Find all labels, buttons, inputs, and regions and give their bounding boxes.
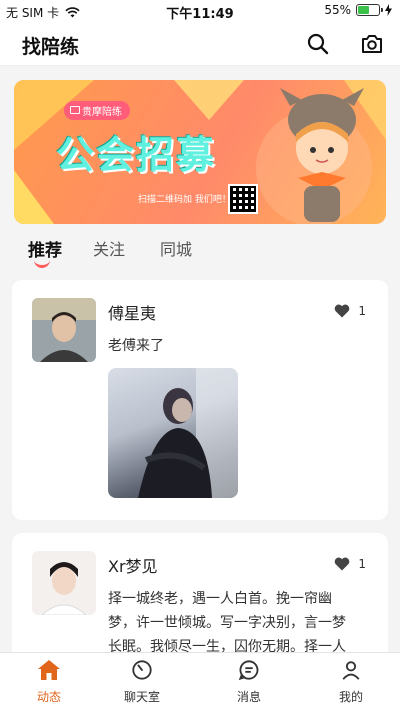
charging-icon	[385, 4, 392, 16]
post-username[interactable]: 傅星夷	[108, 300, 156, 324]
nav-label: 我的	[338, 690, 363, 704]
profile-icon	[342, 661, 360, 680]
home-icon	[38, 660, 60, 680]
banner-badge: 贵摩陪练	[64, 101, 130, 120]
nav-item-feed[interactable]: 动态	[14, 659, 84, 705]
like-count: 1	[358, 304, 366, 318]
post-text: 择一城终老，遇一人白首。挽一帘幽 梦，许一世倾城。写一字决别，言一梦 长眠。我倾…	[108, 587, 374, 659]
banner-title: 公会招募	[56, 133, 217, 177]
like-button[interactable]: 1	[334, 304, 366, 318]
tab-recommend[interactable]: 推荐	[28, 236, 62, 261]
battery-fill	[358, 6, 369, 14]
camera-icon[interactable]	[360, 32, 384, 56]
app-header: 找陪练	[0, 22, 400, 66]
nav-label: 聊天室	[123, 690, 160, 704]
like-count: 1	[358, 557, 366, 571]
nav-item-messages[interactable]: 消息	[214, 659, 284, 705]
post-username[interactable]: Xr梦见	[108, 553, 158, 577]
status-right: 55%	[324, 3, 392, 17]
heart-icon	[335, 304, 350, 318]
avatar[interactable]	[32, 551, 96, 615]
search-icon[interactable]	[306, 32, 330, 56]
tab-follow[interactable]: 关注	[93, 236, 125, 260]
post-image[interactable]	[108, 368, 238, 498]
like-button[interactable]: 1	[334, 557, 366, 571]
tab-nearby[interactable]: 同城	[160, 236, 192, 260]
tab-active-indicator	[34, 260, 50, 268]
bottom-nav: 动态 聊天室 消息 我的	[0, 652, 400, 711]
mascot-illustration	[280, 88, 364, 222]
nav-item-chatroom[interactable]: 聊天室	[107, 659, 177, 705]
nav-label: 动态	[36, 690, 61, 704]
avatar[interactable]	[32, 298, 96, 362]
post-text: 老傅来了	[108, 338, 164, 354]
message-icon	[238, 660, 259, 681]
clock-icon	[132, 660, 152, 680]
recruit-banner[interactable]: 贵摩陪练 公会招募 扫描二维码加 我们吧！	[14, 80, 386, 224]
battery-icon	[356, 4, 383, 16]
heart-icon	[335, 557, 350, 571]
post-card[interactable]: Xr梦见 1 择一城终老，遇一人白首。挽一帘幽 梦，许一世倾城。写一字决别，言一…	[12, 533, 388, 663]
nav-item-profile[interactable]: 我的	[316, 659, 386, 705]
battery-percent: 55%	[324, 3, 351, 17]
post-card[interactable]: 傅星夷 1 老傅来了	[12, 280, 388, 520]
nav-label: 消息	[236, 690, 261, 704]
post-text-line: 梦，许一世倾城。写一字决别，言一梦	[108, 615, 346, 631]
status-bar: 无 SIM 卡 下午11:49 55%	[0, 0, 400, 22]
banner-note: 扫描二维码加 我们吧！	[138, 195, 231, 205]
post-text-line: 择一城终老，遇一人白首。挽一帘幽	[108, 591, 332, 607]
feed-tabs: 推荐 关注 同城	[0, 228, 400, 272]
qr-code-icon	[228, 184, 258, 214]
page-title: 找陪练	[22, 36, 80, 58]
